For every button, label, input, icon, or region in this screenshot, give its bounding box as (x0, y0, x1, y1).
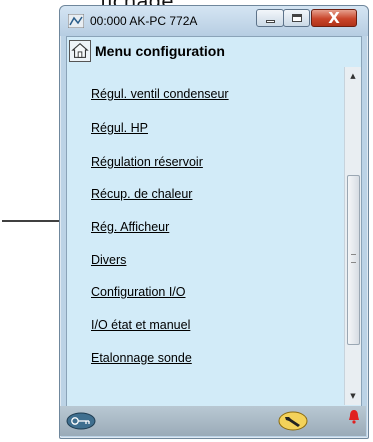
menu-item-divers[interactable]: Divers (91, 253, 126, 267)
menu-item-reg-afficheur[interactable]: Rég. Afficheur (91, 220, 169, 234)
close-button[interactable]: X (311, 9, 357, 27)
scroll-up-icon[interactable]: ▲ (345, 67, 361, 85)
menu-item-configuration-io[interactable]: Configuration I/O (91, 285, 186, 299)
home-icon[interactable] (69, 40, 91, 62)
vertical-scrollbar[interactable]: ▲ ▼ (344, 67, 361, 405)
menu-item-regulation-reservoir[interactable]: Régulation réservoir (91, 155, 203, 169)
menu-item-regul-ventil-condenseur[interactable]: Régul. ventil condenseur (91, 87, 229, 101)
menu-item-recup-de-chaleur[interactable]: Récup. de chaleur (91, 187, 192, 201)
footer-toolbar (60, 406, 366, 436)
close-icon: X (328, 9, 340, 27)
menu-item-etalonnage-sonde[interactable]: Etalonnage sonde (91, 351, 192, 365)
window-title: 00:000 AK-PC 772A (90, 14, 198, 28)
key-icon[interactable] (66, 412, 96, 430)
menu-item-regul-hp[interactable]: Régul. HP (91, 121, 148, 135)
app-window: 00:000 AK-PC 772A X Menu configuration R… (59, 5, 369, 439)
scroll-thumb[interactable] (347, 175, 360, 345)
maximize-button[interactable] (283, 9, 310, 27)
page-title: Menu configuration (95, 43, 225, 59)
menu-list: Régul. ventil condenseur Régul. HP Régul… (67, 67, 347, 404)
scroll-down-icon[interactable]: ▼ (345, 387, 361, 405)
menu-item-io-etat-et-manuel[interactable]: I/O état et manuel (91, 318, 190, 332)
window-icon (68, 14, 84, 28)
minimize-button[interactable] (256, 9, 284, 27)
wrench-icon[interactable] (278, 410, 308, 432)
alarm-bell-icon[interactable] (346, 408, 362, 424)
title-bar[interactable]: 00:000 AK-PC 772A X (60, 6, 368, 36)
menu-header: Menu configuration (67, 37, 361, 67)
scroll-grip-icon (351, 254, 356, 263)
menu-panel: Menu configuration Régul. ventil condens… (66, 36, 362, 407)
